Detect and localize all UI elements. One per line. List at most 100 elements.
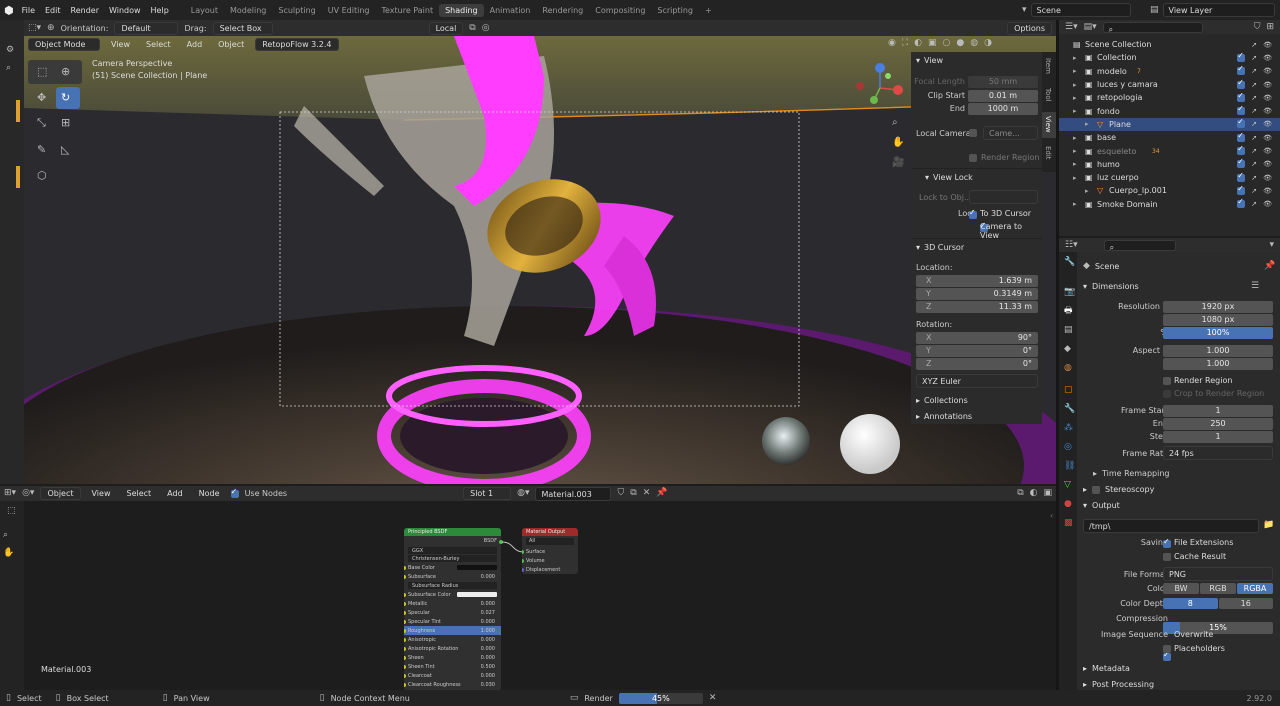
pan-hand-icon[interactable]: ✋ — [892, 138, 904, 148]
outliner-item[interactable]: ▸▽Plane➚👁 — [1059, 117, 1280, 132]
bsdf-input-row[interactable]: Subsurface 0.000 — [404, 572, 501, 581]
expand-arrow-icon[interactable]: ▸ — [1085, 187, 1089, 195]
shader-type-icon[interactable]: ◎▾ — [22, 489, 34, 498]
arrow-select-icon[interactable]: ➚ — [1251, 174, 1257, 182]
pin-icon[interactable]: 📌 — [1264, 262, 1275, 271]
unlink-material-icon[interactable]: ✕ — [643, 489, 651, 498]
viewport-view-menu[interactable]: View — [106, 39, 135, 50]
move-icon[interactable]: ✥ — [37, 92, 46, 103]
expand-arrow-icon[interactable]: ▸ — [1073, 54, 1077, 62]
tab-compositing[interactable]: Compositing — [589, 4, 651, 17]
clip-start-field[interactable]: 0.01 m — [968, 90, 1038, 102]
eye-icon[interactable]: 👁 — [1263, 160, 1272, 168]
bsdf-input-row[interactable]: Subsurface Color — [404, 590, 501, 599]
presets-icon[interactable]: ☰ — [1251, 282, 1259, 291]
aspect-x-field[interactable]: 1.000 — [1163, 345, 1273, 357]
rotation-mode-dropdown[interactable]: XYZ Euler — [916, 374, 1038, 388]
bsdf-input-row[interactable]: Anisotropic Rotation 0.000 — [404, 644, 501, 653]
cursor-location-z[interactable]: Z 11.33 m — [916, 301, 1038, 313]
backdrop-icon[interactable]: ▣ — [1043, 489, 1052, 498]
constraints-tab-icon[interactable]: ⛓ — [1064, 462, 1075, 471]
clip-end-field[interactable]: 1000 m — [968, 103, 1038, 115]
exclude-checkbox[interactable] — [1237, 171, 1246, 182]
bsdf-input-row[interactable]: Specular Tint 0.000 — [404, 617, 501, 626]
menu-help[interactable]: Help — [149, 6, 171, 15]
outliner-item[interactable]: ▸▣luces y camara➚👁 — [1059, 78, 1280, 91]
expand-arrow-icon[interactable]: ▸ — [1073, 67, 1077, 75]
rotate-icon[interactable]: ↻ — [61, 92, 70, 103]
object-tab-icon[interactable]: ▢ — [1064, 386, 1073, 395]
crop-render-region-checkbox[interactable] — [1163, 390, 1171, 398]
color-rgba-button[interactable]: RGBA — [1237, 583, 1273, 594]
outliner-item[interactable]: ▸▣Smoke Domain➚👁 — [1059, 197, 1280, 211]
metadata-section-header[interactable]: ▸ Metadata — [1083, 664, 1130, 673]
snap-icon[interactable]: ⧉ — [469, 23, 475, 33]
time-remapping-subpanel[interactable]: ▸ Time Remapping — [1093, 469, 1169, 478]
expand-arrow-icon[interactable]: ▸ — [1073, 81, 1077, 89]
material-tab-icon[interactable]: ● — [1064, 500, 1072, 509]
outliner-item[interactable]: ▸▣fondo➚👁 — [1059, 104, 1280, 117]
bsdf-input-row[interactable]: Roughness 1.000 — [404, 626, 501, 635]
tab-layout[interactable]: Layout — [185, 4, 224, 17]
exclude-checkbox[interactable] — [1237, 91, 1246, 102]
to-3d-cursor-checkbox[interactable] — [969, 208, 977, 219]
color-swatch[interactable] — [457, 565, 497, 570]
annotate-icon[interactable]: ✎ — [37, 144, 46, 155]
post-processing-section-header[interactable]: ▸ Post Processing — [1083, 680, 1154, 689]
expand-arrow-icon[interactable]: ▸ — [1073, 160, 1077, 168]
scene-field[interactable]: Scene — [1030, 3, 1131, 17]
data-tab-icon[interactable]: ▽ — [1064, 481, 1071, 490]
select-tool-icon[interactable]: ⬚ — [7, 507, 16, 516]
sidebar-toggle-icon[interactable]: ‹ — [1050, 511, 1053, 520]
physics-tab-icon[interactable]: ◎ — [1064, 443, 1072, 452]
options-dropdown[interactable]: Options — [1007, 21, 1052, 35]
exclude-checkbox[interactable] — [1237, 197, 1246, 209]
snap-icon[interactable]: ⧉ — [1017, 489, 1023, 498]
eye-icon[interactable]: 👁 — [1263, 134, 1272, 142]
tab-modeling[interactable]: Modeling — [224, 4, 272, 17]
menu-window[interactable]: Window — [107, 6, 143, 15]
outliner-editor-icon[interactable]: ☰▾ — [1065, 22, 1078, 32]
output-target-dropdown[interactable]: All — [526, 538, 574, 545]
bsdf-input-row[interactable]: Sheen Tint 0.500 — [404, 662, 501, 671]
exclude-checkbox[interactable] — [1237, 104, 1246, 116]
bsdf-input-row[interactable]: Base Color — [404, 563, 501, 572]
lock-object-field[interactable] — [969, 190, 1038, 204]
file-format-dropdown[interactable]: PNG — [1163, 567, 1273, 581]
tab-item[interactable]: Item — [1044, 58, 1052, 74]
view-section-header[interactable]: ▾ View — [916, 56, 943, 65]
tab-view[interactable]: View — [1044, 116, 1052, 133]
fake-user-icon[interactable]: ⛉ — [617, 489, 624, 498]
bsdf-input-row[interactable]: GGX — [408, 547, 497, 554]
arrow-select-icon[interactable]: ➚ — [1251, 147, 1257, 155]
material-output-node[interactable]: Material Output All Surface Volume Displ… — [522, 528, 578, 574]
overwrite-checkbox[interactable] — [1163, 650, 1171, 661]
node-node-menu[interactable]: Node — [194, 488, 225, 499]
frame-end-field[interactable]: 250 — [1163, 418, 1273, 430]
bsdf-input-row[interactable]: Anisotropic 0.000 — [404, 635, 501, 644]
gizmo-icon[interactable]: ⛶ — [902, 39, 908, 48]
frame-rate-dropdown[interactable]: 24 fps — [1163, 446, 1273, 460]
material-shading-icon[interactable]: ◍ — [970, 39, 978, 48]
node-select-menu[interactable]: Select — [121, 488, 156, 499]
render-tab-icon[interactable]: 📷 — [1064, 288, 1075, 297]
add-cube-icon[interactable]: ⬡ — [37, 170, 47, 181]
dimensions-section-header[interactable]: ▾ Dimensions — [1083, 282, 1139, 291]
bsdf-input-row[interactable]: Clearcoat Roughness 0.030 — [404, 680, 501, 689]
transform-icon[interactable]: ⊞ — [61, 117, 70, 128]
arrow-select-icon[interactable]: ➚ — [1251, 134, 1257, 142]
retopoflow-menu[interactable]: RetopoFlow 3.2.4 — [255, 38, 339, 51]
render-region-checkbox[interactable] — [1163, 377, 1171, 385]
principled-bsdf-node[interactable]: Principled BSDF BSDF GGX Christensen-Burl… — [404, 528, 501, 691]
tab-shading[interactable]: Shading — [439, 3, 484, 17]
eye-icon[interactable]: 👁 — [1263, 187, 1272, 195]
resolution-y-field[interactable]: 1080 px — [1163, 314, 1273, 326]
texture-tab-icon[interactable]: ▩ — [1064, 519, 1073, 528]
menu-edit[interactable]: Edit — [43, 6, 63, 15]
eye-icon[interactable]: 👁 — [1263, 107, 1272, 115]
color-bw-button[interactable]: BW — [1163, 583, 1199, 594]
outliner-item[interactable]: ▸▣esqueleto34➚👁 — [1059, 144, 1280, 157]
filter-icon[interactable]: ⛉ — [1254, 22, 1261, 32]
view-layer-field[interactable]: View Layer — [1162, 3, 1275, 17]
scale-icon[interactable]: ⤡ — [37, 117, 46, 128]
